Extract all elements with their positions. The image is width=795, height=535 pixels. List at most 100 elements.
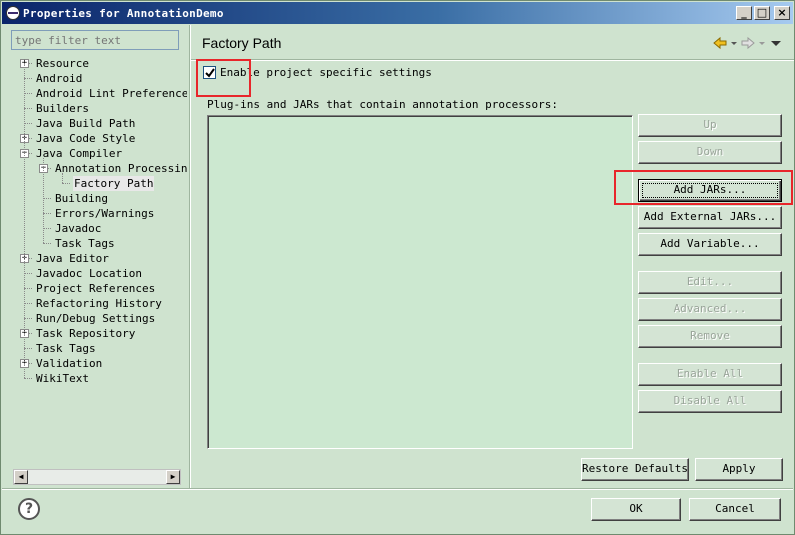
tree-item[interactable]: WikiText bbox=[5, 371, 187, 386]
tree-item[interactable]: Java Build Path bbox=[5, 116, 187, 131]
apply-button[interactable]: Apply bbox=[695, 458, 783, 481]
forward-arrow-icon[interactable] bbox=[740, 35, 756, 51]
tree-item[interactable]: Factory Path bbox=[5, 176, 187, 191]
enable-project-settings-label: Enable project specific settings bbox=[220, 66, 432, 79]
tree-item[interactable]: + Java Code Style bbox=[5, 131, 187, 146]
tree-connector bbox=[24, 348, 32, 349]
minimize-button[interactable]: _ bbox=[736, 6, 752, 20]
tree-connector bbox=[24, 93, 32, 94]
tree-guide-level2 bbox=[62, 173, 63, 183]
properties-dialog: Properties for AnnotationDemo _ □ × +Res… bbox=[0, 0, 795, 535]
title-bar[interactable]: Properties for AnnotationDemo _ □ × bbox=[2, 2, 793, 24]
tree-item[interactable]: − Annotation Processing bbox=[5, 161, 187, 176]
tree-item-label: Java Build Path bbox=[36, 117, 136, 130]
tree-item[interactable]: + Java Editor bbox=[5, 251, 187, 266]
help-icon[interactable]: ? bbox=[18, 498, 40, 520]
add-external-jars-button[interactable]: Add External JARs... bbox=[638, 206, 782, 229]
tree-item-label: Annotation Processing bbox=[55, 162, 187, 175]
add-variable-button[interactable]: Add Variable... bbox=[638, 233, 782, 256]
tree-item-label: Javadoc bbox=[55, 222, 102, 235]
factory-path-page: Factory Path Enable project specific set… bbox=[191, 25, 794, 488]
tree-item[interactable]: + Validation bbox=[5, 356, 187, 371]
remove-button[interactable]: Remove bbox=[638, 325, 782, 348]
scroll-right-icon[interactable]: ▶ bbox=[166, 470, 180, 484]
tree-guide-level1 bbox=[43, 158, 44, 243]
tree-horizontal-scrollbar[interactable]: ◀ ▶ bbox=[13, 469, 181, 485]
restore-defaults-button[interactable]: Restore Defaults bbox=[581, 458, 689, 481]
tree-connector bbox=[24, 303, 32, 304]
tree-item[interactable]: + Task Repository bbox=[5, 326, 187, 341]
tree-item-label: Refactoring History bbox=[36, 297, 162, 310]
cancel-button[interactable]: Cancel bbox=[689, 498, 781, 521]
tree-item[interactable]: Building bbox=[5, 191, 187, 206]
tree-item[interactable]: Project References bbox=[5, 281, 187, 296]
tree-item-label: Building bbox=[55, 192, 108, 205]
bottom-separator bbox=[2, 488, 793, 490]
tree-connector bbox=[24, 123, 32, 124]
tree-item[interactable]: Task Tags bbox=[5, 236, 187, 251]
preference-tree[interactable]: + Resource Android Android Lint Preferences… bbox=[5, 56, 187, 466]
tree-connector bbox=[43, 198, 51, 199]
tree-item[interactable]: Javadoc Location bbox=[5, 266, 187, 281]
back-menu-chevron-icon[interactable] bbox=[730, 35, 738, 51]
ok-button[interactable]: OK bbox=[591, 498, 681, 521]
tree-connector bbox=[24, 78, 32, 79]
tree-item-label: Errors/Warnings bbox=[55, 207, 155, 220]
tree-item-label: Builders bbox=[36, 102, 89, 115]
tree-connector bbox=[43, 213, 51, 214]
tree-item[interactable]: Android bbox=[5, 71, 187, 86]
tree-connector bbox=[24, 378, 32, 379]
advanced-button[interactable]: Advanced... bbox=[638, 298, 782, 321]
up-button[interactable]: Up bbox=[638, 114, 782, 137]
tree-guide-root bbox=[24, 63, 25, 378]
window-title: Properties for AnnotationDemo bbox=[23, 6, 224, 20]
scroll-left-icon[interactable]: ◀ bbox=[14, 470, 28, 484]
factory-path-list[interactable] bbox=[207, 115, 633, 449]
down-button[interactable]: Down bbox=[638, 141, 782, 164]
tree-item-label: Factory Path bbox=[73, 176, 155, 191]
tree-item-label: Android Lint Preferences bbox=[36, 87, 187, 100]
tree-item-label: Java Code Style bbox=[36, 132, 136, 145]
tree-connector bbox=[62, 183, 70, 184]
tree-item[interactable]: Task Tags bbox=[5, 341, 187, 356]
tree-item-label: Resource bbox=[36, 57, 89, 70]
tree-item[interactable]: Errors/Warnings bbox=[5, 206, 187, 221]
tree-item[interactable]: + Resource bbox=[5, 56, 187, 71]
tree-connector bbox=[24, 108, 32, 109]
back-arrow-icon[interactable] bbox=[712, 35, 728, 51]
filter-input[interactable] bbox=[11, 30, 179, 50]
tree-item-label: WikiText bbox=[36, 372, 89, 385]
tree-connector bbox=[24, 288, 32, 289]
tree-item[interactable]: Javadoc bbox=[5, 221, 187, 236]
tree-connector bbox=[43, 243, 51, 244]
tree-item-label: Javadoc Location bbox=[36, 267, 142, 280]
tree-item-label: Validation bbox=[36, 357, 103, 370]
close-button[interactable]: × bbox=[774, 6, 790, 20]
tree-item-label: Run/Debug Settings bbox=[36, 312, 156, 325]
checkbox-highlight-box bbox=[196, 59, 251, 97]
page-navigation bbox=[712, 35, 784, 51]
tree-item[interactable]: − Java Compiler bbox=[5, 146, 187, 161]
tree-item-label: Android bbox=[36, 72, 83, 85]
disable-all-button[interactable]: Disable All bbox=[638, 390, 782, 413]
add-jars-highlight-box bbox=[614, 170, 793, 205]
tree-item-label: Task Repository bbox=[36, 327, 136, 340]
page-title: Factory Path bbox=[202, 35, 282, 51]
tree-item[interactable]: Run/Debug Settings bbox=[5, 311, 187, 326]
jar-list-label: Plug-ins and JARs that contain annotatio… bbox=[207, 98, 558, 111]
tree-connector bbox=[43, 228, 51, 229]
forward-menu-chevron-icon[interactable] bbox=[758, 35, 766, 51]
view-menu-icon[interactable] bbox=[768, 35, 784, 51]
edit-button[interactable]: Edit... bbox=[638, 271, 782, 294]
enable-all-button[interactable]: Enable All bbox=[638, 363, 782, 386]
preference-tree-pane: +ResourceAndroid Android Lint Preferences… bbox=[5, 28, 187, 486]
tree-item[interactable]: Builders bbox=[5, 101, 187, 116]
maximize-button[interactable]: □ bbox=[754, 6, 770, 20]
tree-item-label: Project References bbox=[36, 282, 156, 295]
tree-connector bbox=[24, 273, 32, 274]
tree-item-label: Task Tags bbox=[36, 342, 96, 355]
tree-item-label: Java Compiler bbox=[36, 147, 123, 160]
tree-item-label: Java Editor bbox=[36, 252, 109, 265]
tree-item[interactable]: Android Lint Preferences bbox=[5, 86, 187, 101]
tree-item[interactable]: Refactoring History bbox=[5, 296, 187, 311]
